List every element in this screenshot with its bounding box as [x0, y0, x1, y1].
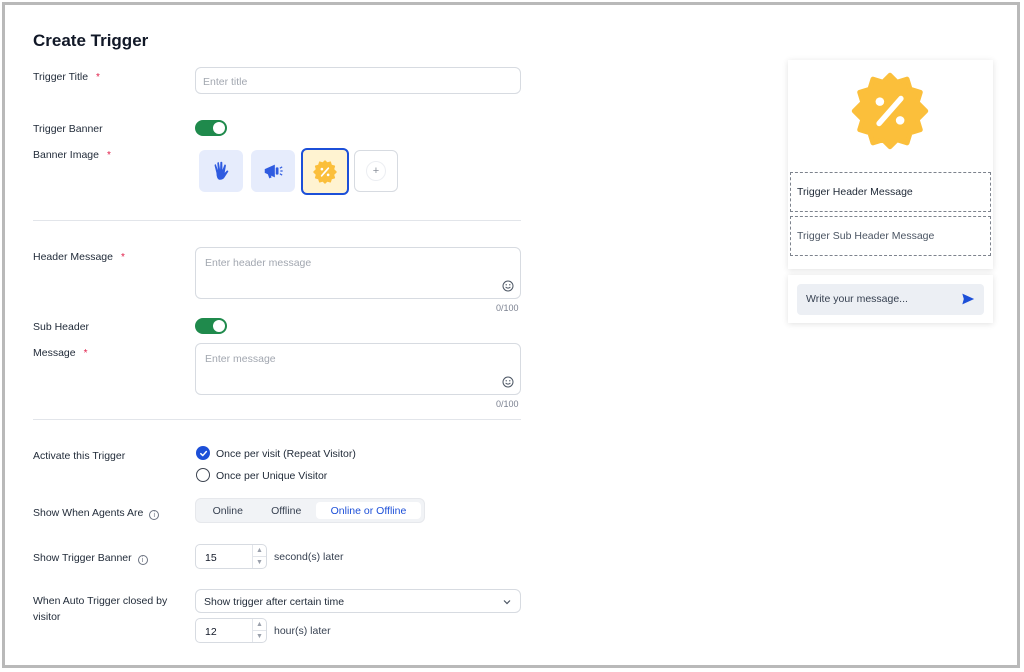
- sub-header-toggle[interactable]: [195, 318, 227, 334]
- preview-message-input[interactable]: Write your message...: [797, 284, 984, 315]
- show-trigger-banner-label: Show Trigger Banner i: [33, 552, 148, 565]
- required-marker: *: [83, 348, 88, 359]
- preview-message-box: Write your message...: [788, 275, 993, 323]
- chevron-down-icon: [503, 600, 511, 605]
- sub-header-label: Sub Header: [33, 321, 90, 333]
- preview-sub-header-message: Trigger Sub Header Message: [790, 216, 991, 256]
- header-message-placeholder: Enter header message: [205, 257, 312, 269]
- wave-hand-icon: [214, 161, 229, 180]
- preview-message-placeholder: Write your message...: [806, 293, 908, 305]
- info-icon: i: [137, 555, 148, 565]
- required-marker: *: [96, 72, 100, 83]
- header-message-label: Header Message *: [33, 251, 125, 263]
- message-placeholder: Enter message: [205, 353, 276, 365]
- emoji-icon[interactable]: [502, 376, 514, 388]
- hours-suffix: hour(s) later: [274, 625, 331, 637]
- banner-delay-suffix: second(s) later: [274, 551, 344, 563]
- trigger-preview-card: Trigger Header Message Trigger Sub Heade…: [788, 60, 993, 269]
- stepper-up-icon[interactable]: ▲: [253, 619, 266, 631]
- trigger-title-label: Trigger Title *: [33, 71, 100, 83]
- message-label: Message *: [33, 347, 88, 359]
- header-message-counter: 0/100: [496, 303, 519, 313]
- hours-stepper[interactable]: 12 ▲ ▼: [195, 618, 267, 643]
- auto-closed-label: When Auto Trigger closed by visitor: [33, 595, 168, 623]
- banner-delay-stepper[interactable]: 15 ▲ ▼: [195, 544, 267, 569]
- discount-badge-icon: [851, 72, 929, 150]
- radio-label-once-per-visit[interactable]: Once per visit (Repeat Visitor): [216, 448, 356, 460]
- activate-trigger-label: Activate this Trigger: [33, 450, 126, 462]
- section-divider: [33, 419, 521, 420]
- banner-option-discount[interactable]: [301, 148, 349, 195]
- agents-status-segmented: Online Offline Online or Offline: [195, 498, 425, 523]
- trigger-banner-toggle[interactable]: [195, 120, 227, 136]
- segment-online[interactable]: Online: [199, 502, 256, 519]
- message-counter: 0/100: [496, 399, 519, 409]
- page-title: Create Trigger: [33, 31, 149, 50]
- banner-option-megaphone[interactable]: [251, 150, 295, 192]
- banner-image-label: Banner Image *: [33, 149, 111, 161]
- emoji-icon[interactable]: [502, 280, 514, 292]
- discount-badge-icon: [313, 159, 337, 184]
- agents-status-label: Show When Agents Are i: [33, 507, 160, 520]
- info-icon: i: [149, 510, 160, 520]
- auto-closed-select[interactable]: Show trigger after certain time: [195, 589, 521, 613]
- section-divider: [33, 220, 521, 221]
- banner-delay-value: 15: [205, 552, 217, 564]
- megaphone-icon: [264, 164, 283, 179]
- header-message-textarea[interactable]: Enter header message: [195, 247, 521, 299]
- required-marker: *: [120, 252, 125, 263]
- banner-option-wave[interactable]: [199, 150, 243, 192]
- stepper-down-icon[interactable]: ▼: [253, 631, 266, 643]
- preview-header-message: Trigger Header Message: [790, 172, 991, 212]
- auto-closed-select-value: Show trigger after certain time: [204, 596, 345, 608]
- trigger-title-placeholder: Enter title: [203, 76, 248, 88]
- radio-once-per-unique[interactable]: [196, 468, 210, 482]
- stepper-up-icon[interactable]: ▲: [253, 545, 266, 557]
- stepper-down-icon[interactable]: ▼: [253, 557, 266, 569]
- check-icon: [199, 450, 207, 456]
- radio-once-per-visit[interactable]: [196, 446, 210, 460]
- segment-offline[interactable]: Offline: [256, 502, 315, 519]
- message-textarea[interactable]: Enter message: [195, 343, 521, 395]
- add-banner-button[interactable]: +: [354, 150, 398, 192]
- trigger-title-input[interactable]: Enter title: [195, 67, 521, 94]
- add-icon: +: [366, 161, 386, 181]
- send-icon[interactable]: [961, 292, 975, 306]
- hours-value: 12: [205, 626, 217, 638]
- required-marker: *: [106, 150, 111, 161]
- segment-online-or-offline[interactable]: Online or Offline: [315, 502, 421, 519]
- trigger-banner-label: Trigger Banner: [33, 123, 103, 135]
- radio-label-once-per-unique[interactable]: Once per Unique Visitor: [216, 470, 327, 482]
